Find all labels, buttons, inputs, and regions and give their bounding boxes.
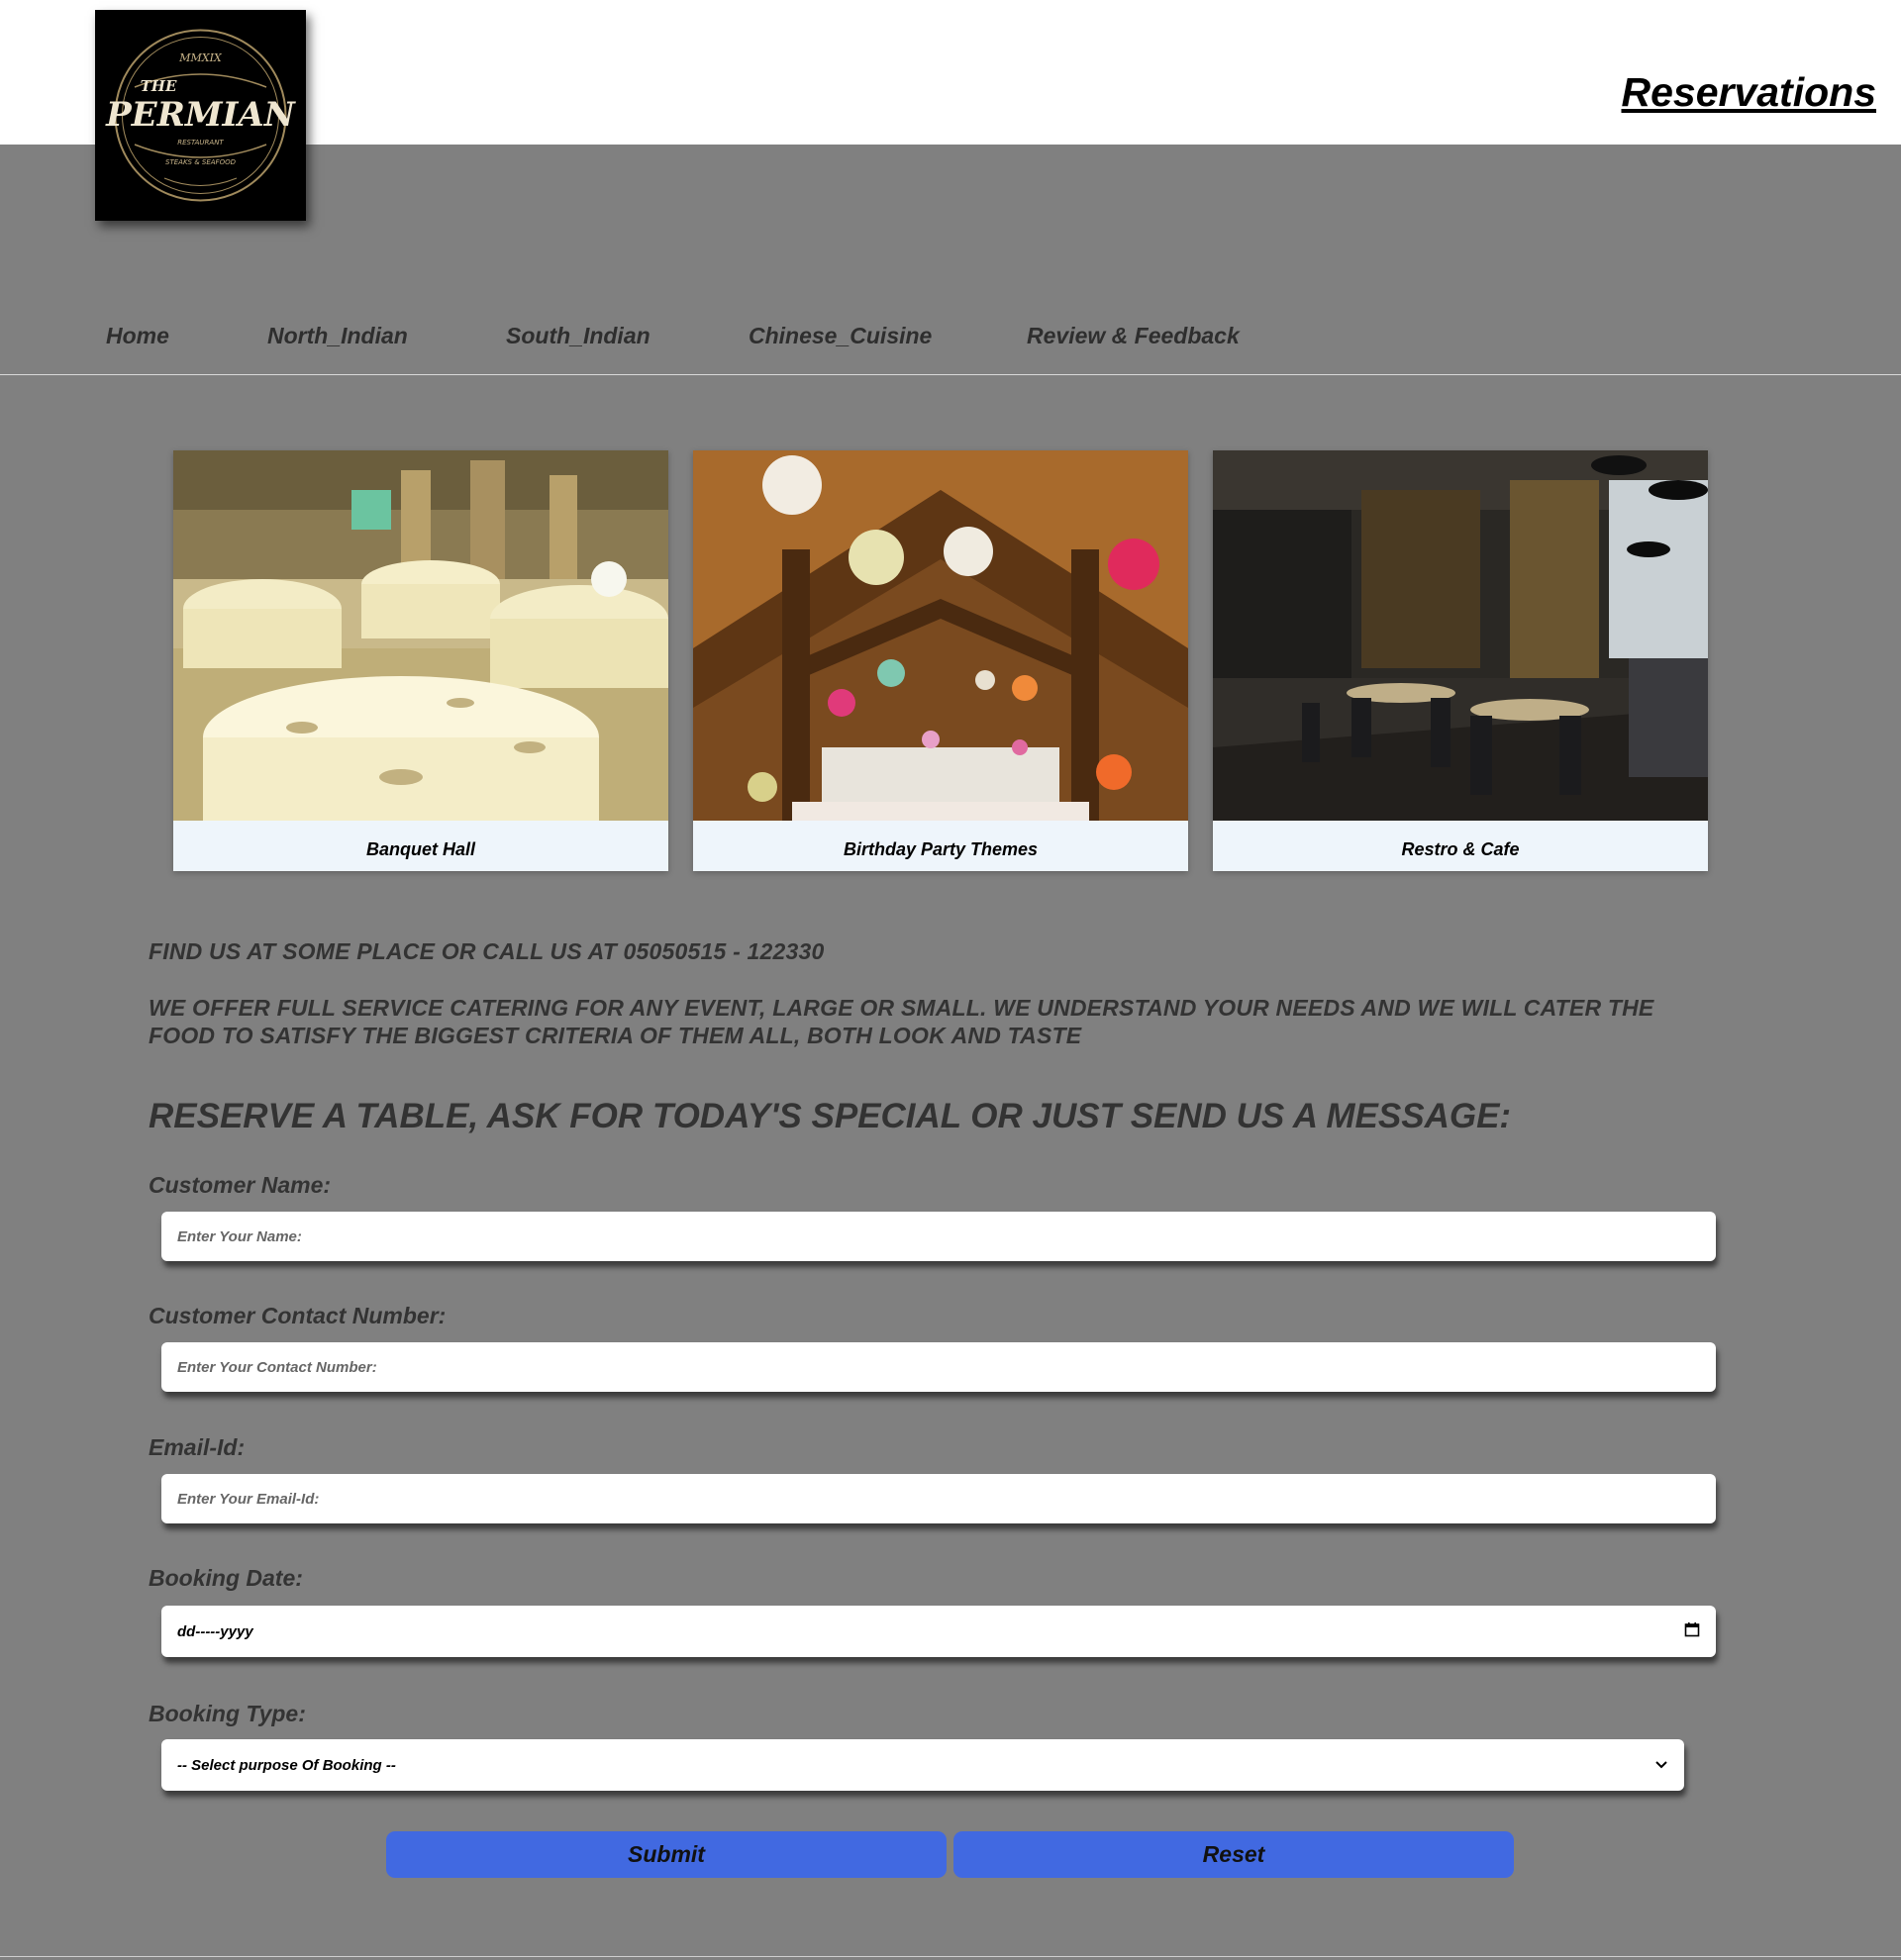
email-input[interactable] [161, 1474, 1716, 1523]
customer-name-label: Customer Name: [149, 1172, 332, 1198]
catering-info-text: WE OFFER FULL SERVICE CATERING FOR ANY E… [149, 995, 1654, 1048]
birthday-party-image [693, 450, 1188, 821]
contact-number-input[interactable] [161, 1342, 1716, 1392]
banquet-hall-image [173, 450, 668, 821]
logo-sub: STEAKS & SEAFOOD [165, 158, 237, 166]
booking-date-label: Booking Date: [149, 1565, 303, 1591]
reset-button[interactable]: Reset [953, 1831, 1514, 1878]
reservation-form-heading: RESERVE A TABLE, ASK FOR TODAY'S SPECIAL… [149, 1097, 1512, 1135]
logo-name: PERMIAN [105, 95, 297, 135]
logo-year: MMXIX [178, 51, 223, 64]
gallery-caption: Birthday Party Themes [843, 839, 1039, 859]
gallery-caption: Restro & Cafe [1401, 839, 1520, 859]
booking-type-selected: -- Select purpose Of Booking -- [177, 1756, 396, 1774]
logo-emblem-icon: MMXIX THE PERMIAN RESTAURANT STEAKS & SE… [105, 29, 297, 202]
nav-home[interactable]: Home [106, 323, 169, 349]
gallery-card-banquet-hall[interactable]: Banquet Hall [173, 450, 668, 871]
gallery-card-birthday-party[interactable]: Birthday Party Themes [693, 450, 1188, 871]
nav-review-feedback[interactable]: Review & Feedback [1027, 323, 1240, 349]
logo-ribbon: RESTAURANT [177, 139, 224, 147]
date-value: dd-----yyyy [177, 1622, 253, 1640]
reservations-title[interactable]: Reservations [1621, 69, 1876, 116]
restro-cafe-image [1213, 450, 1708, 821]
booking-date-input[interactable]: dd-----yyyy [161, 1606, 1716, 1657]
footer-divider [0, 1956, 1901, 1957]
booking-type-label: Booking Type: [149, 1701, 306, 1726]
contact-number-label: Customer Contact Number: [149, 1303, 447, 1328]
calendar-icon[interactable] [1684, 1621, 1700, 1641]
nav-north-indian[interactable]: North_Indian [267, 323, 408, 349]
email-label: Email-Id: [149, 1434, 246, 1460]
gallery-caption: Banquet Hall [365, 839, 475, 859]
booking-type-select[interactable]: -- Select purpose Of Booking -- [161, 1739, 1684, 1791]
chevron-down-icon [1654, 1757, 1668, 1774]
restaurant-logo[interactable]: MMXIX THE PERMIAN RESTAURANT STEAKS & SE… [95, 10, 306, 221]
gallery-card-restro-cafe[interactable]: Restro & Cafe [1213, 450, 1708, 871]
submit-button[interactable]: Submit [386, 1831, 947, 1878]
nav-chinese-cuisine[interactable]: Chinese_Cuisine [749, 323, 932, 349]
customer-name-input[interactable] [161, 1212, 1716, 1261]
contact-info-text: FIND US AT SOME PLACE OR CALL US AT 0505… [149, 938, 825, 964]
main-nav: Home North_Indian South_Indian Chinese_C… [0, 315, 1901, 375]
logo-the: THE [141, 77, 177, 95]
nav-south-indian[interactable]: South_Indian [506, 323, 650, 349]
